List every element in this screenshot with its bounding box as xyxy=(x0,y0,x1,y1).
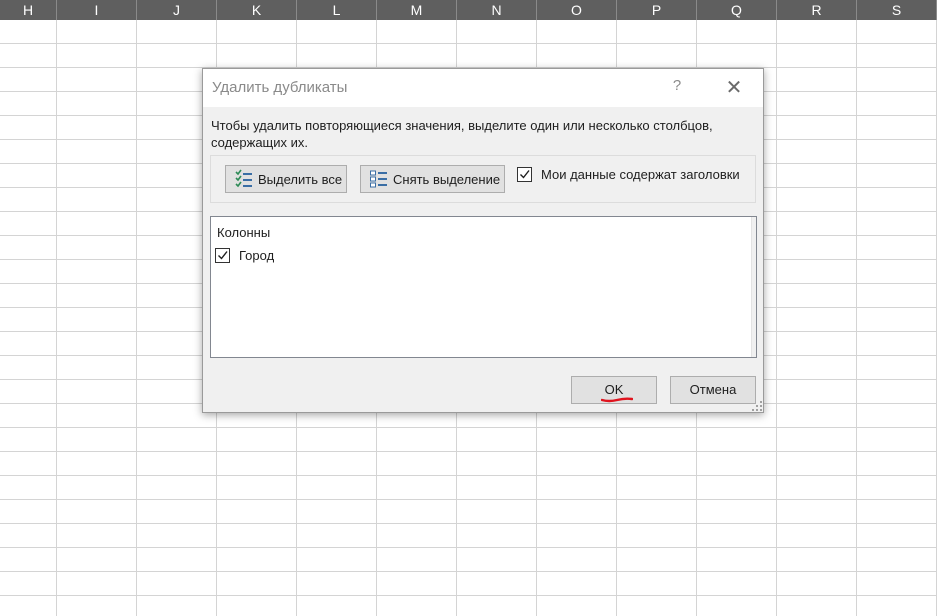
select-all-icon xyxy=(234,169,254,189)
cancel-button[interactable]: Отмена xyxy=(670,376,756,404)
dialog-title: Удалить дубликаты xyxy=(212,79,348,96)
column-header-q[interactable]: Q xyxy=(697,0,777,20)
select-all-label: Выделить все xyxy=(258,171,343,187)
column-header-p[interactable]: P xyxy=(617,0,697,20)
checkmark-icon xyxy=(218,251,228,260)
unselect-all-icon xyxy=(369,169,389,189)
column-header-h[interactable]: H xyxy=(0,0,57,20)
column-header-m[interactable]: M xyxy=(377,0,457,20)
column-header-o[interactable]: O xyxy=(537,0,617,20)
column-header-bar: H I J K L M N O P Q R S xyxy=(0,0,937,20)
columns-list[interactable]: Колонны Город xyxy=(210,216,757,358)
remove-duplicates-dialog: Удалить дубликаты ? ✕ Чтобы удалить повт… xyxy=(202,68,764,413)
checkmark-icon xyxy=(520,170,530,179)
list-item[interactable]: Город xyxy=(215,248,274,263)
resize-grip-icon[interactable] xyxy=(752,401,762,411)
dialog-titlebar[interactable]: Удалить дубликаты ? ✕ xyxy=(203,69,763,107)
unselect-all-button[interactable]: Снять выделение xyxy=(360,165,505,193)
column-header-k[interactable]: K xyxy=(217,0,297,20)
selection-toolbar: Выделить все Снять выделение Мои данные … xyxy=(210,155,756,203)
close-button[interactable]: ✕ xyxy=(718,74,750,102)
help-button[interactable]: ? xyxy=(663,77,691,99)
list-scrollbar[interactable] xyxy=(751,217,756,357)
column-header-i[interactable]: I xyxy=(57,0,137,20)
headers-checkbox-row[interactable]: Мои данные содержат заголовки xyxy=(517,167,740,182)
column-header-l[interactable]: L xyxy=(297,0,377,20)
unselect-all-label: Снять выделение xyxy=(393,171,501,187)
headers-checkbox[interactable] xyxy=(517,167,532,182)
column-header-s[interactable]: S xyxy=(857,0,937,20)
red-underline-annotation xyxy=(601,397,633,403)
column-checkbox-city[interactable] xyxy=(215,248,230,263)
column-header-j[interactable]: J xyxy=(137,0,217,20)
select-all-button[interactable]: Выделить все xyxy=(225,165,347,193)
column-header-n[interactable]: N xyxy=(457,0,537,20)
headers-checkbox-label: Мои данные содержат заголовки xyxy=(541,167,740,182)
column-label-city: Город xyxy=(239,248,275,263)
column-header-r[interactable]: R xyxy=(777,0,857,20)
dialog-description: Чтобы удалить повторяющиеся значения, вы… xyxy=(211,118,713,150)
columns-list-header: Колонны xyxy=(217,225,271,240)
